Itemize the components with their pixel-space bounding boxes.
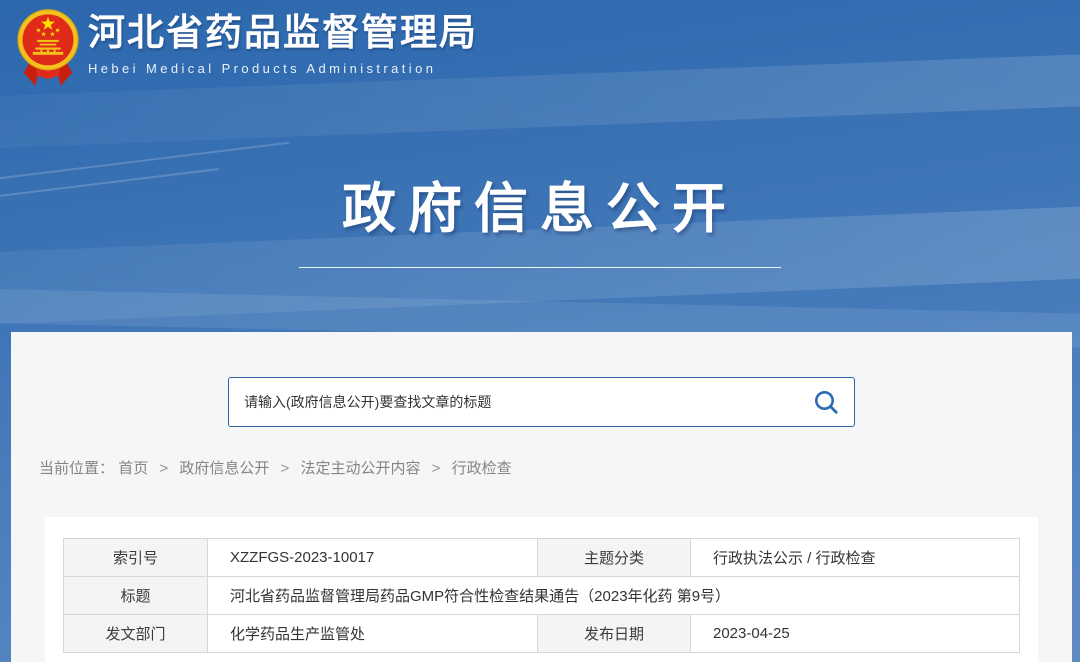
site-header: 河北省药品监督管理局 Hebei Medical Products Admini… <box>0 0 1080 100</box>
table-row-index-category: 索引号 XZZFGS-2023-10017 主题分类 行政执法公示 / 行政检查 <box>64 539 1020 577</box>
table-row-title: 标题 河北省药品监督管理局药品GMP符合性检查结果通告（2023年化药 第9号） <box>64 577 1020 615</box>
search-box <box>228 377 855 427</box>
content-panel: 当前位置： 首页 > 政府信息公开 > 法定主动公开内容 > 行政检查 索引号 … <box>11 332 1072 662</box>
search-input[interactable] <box>229 378 798 426</box>
breadcrumb-item-statutory-disclosure[interactable]: 法定主动公开内容 <box>300 460 420 477</box>
breadcrumb-separator: > <box>432 460 441 477</box>
breadcrumb-separator: > <box>281 460 290 477</box>
site-title-block: 河北省药品监督管理局 Hebei Medical Products Admini… <box>88 12 478 76</box>
breadcrumb-item-admin-inspection[interactable]: 行政检查 <box>452 460 512 477</box>
index-number-value: XZZFGS-2023-10017 <box>208 539 538 577</box>
search-icon <box>813 389 839 415</box>
table-row-department-date: 发文部门 化学药品生产监管处 发布日期 2023-04-25 <box>64 615 1020 653</box>
page: 河北省药品监督管理局 Hebei Medical Products Admini… <box>0 0 1080 662</box>
breadcrumb-separator: > <box>159 460 168 477</box>
banner-divider <box>299 267 781 268</box>
index-number-label: 索引号 <box>64 539 208 577</box>
publish-date-value: 2023-04-25 <box>691 615 1020 653</box>
breadcrumb: 当前位置： 首页 > 政府信息公开 > 法定主动公开内容 > 行政检查 <box>39 459 512 479</box>
background-streak <box>0 142 289 181</box>
article-meta-card: 索引号 XZZFGS-2023-10017 主题分类 行政执法公示 / 行政检查… <box>45 517 1038 662</box>
breadcrumb-item-gov-info[interactable]: 政府信息公开 <box>179 460 269 477</box>
search-button[interactable] <box>798 378 854 426</box>
page-title: 政府信息公开 <box>0 180 1080 239</box>
site-title-chinese[interactable]: 河北省药品监督管理局 <box>88 12 478 55</box>
article-meta-table: 索引号 XZZFGS-2023-10017 主题分类 行政执法公示 / 行政检查… <box>63 538 1020 653</box>
issuing-department-label: 发文部门 <box>64 615 208 653</box>
publish-date-label: 发布日期 <box>538 615 691 653</box>
topic-category-value: 行政执法公示 / 行政检查 <box>691 539 1020 577</box>
breadcrumb-item-home[interactable]: 首页 <box>118 460 148 477</box>
document-title-label: 标题 <box>64 577 208 615</box>
breadcrumb-label: 当前位置： <box>39 460 114 477</box>
issuing-department-value: 化学药品生产监管处 <box>208 615 538 653</box>
site-title-english: Hebei Medical Products Administration <box>88 61 478 76</box>
national-emblem-logo-icon[interactable] <box>16 8 80 92</box>
topic-category-label: 主题分类 <box>538 539 691 577</box>
document-title-value: 河北省药品监督管理局药品GMP符合性检查结果通告（2023年化药 第9号） <box>208 577 1020 615</box>
